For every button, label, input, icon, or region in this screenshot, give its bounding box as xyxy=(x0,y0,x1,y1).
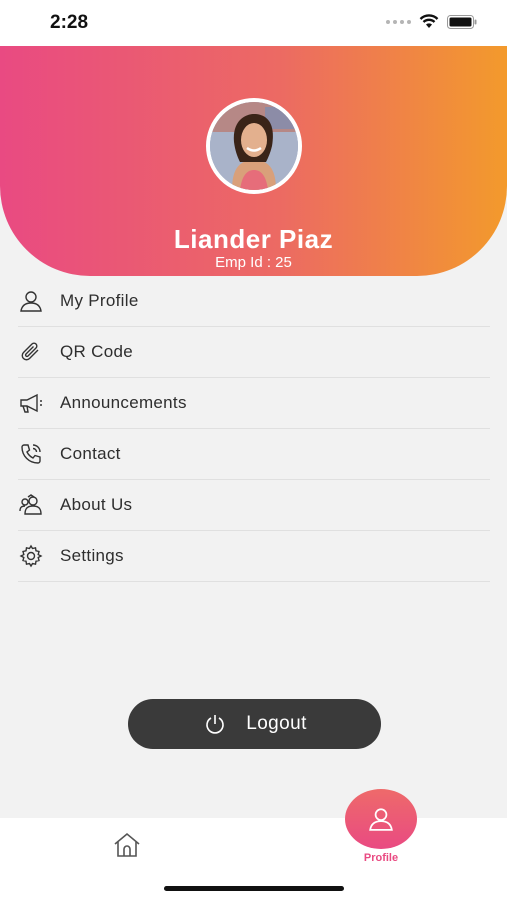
group-icon xyxy=(18,492,44,518)
paperclip-icon xyxy=(18,339,44,365)
profile-header: Liander Piaz Emp Id : 25 xyxy=(0,46,507,276)
employee-id: Emp Id : 25 xyxy=(215,254,292,271)
tab-profile[interactable] xyxy=(345,789,417,849)
tab-profile-label: Profile xyxy=(363,852,399,864)
megaphone-icon xyxy=(18,390,44,416)
logout-button[interactable]: Logout xyxy=(128,699,381,749)
menu-item-settings[interactable]: Settings xyxy=(18,531,490,582)
avatar[interactable] xyxy=(206,98,302,194)
menu-item-label: Settings xyxy=(60,546,124,565)
profile-name: Liander Piaz xyxy=(173,224,334,254)
menu-item-qr-code[interactable]: QR Code xyxy=(18,327,490,378)
menu-item-contact[interactable]: Contact xyxy=(18,429,490,480)
avatar-photo xyxy=(210,102,298,190)
menu-item-label: Announcements xyxy=(60,393,187,412)
wifi-icon xyxy=(419,14,439,28)
menu-item-label: Contact xyxy=(60,444,121,463)
home-icon xyxy=(114,832,140,857)
profile-menu: My Profile QR Code Announcements Contact xyxy=(18,276,490,582)
tab-home[interactable] xyxy=(110,828,144,862)
menu-item-label: My Profile xyxy=(60,291,139,310)
menu-item-my-profile[interactable]: My Profile xyxy=(18,276,490,327)
logout-label: Logout xyxy=(246,713,307,734)
user-icon xyxy=(18,288,44,314)
home-indicator xyxy=(164,886,344,891)
power-icon xyxy=(202,711,228,737)
menu-item-about-us[interactable]: About Us xyxy=(18,480,490,531)
phone-icon xyxy=(18,441,44,467)
status-time: 2:28 xyxy=(50,12,89,33)
menu-item-announcements[interactable]: Announcements xyxy=(18,378,490,429)
status-bar: 2:28 xyxy=(0,0,507,46)
signal-dots-icon xyxy=(386,19,411,24)
user-icon xyxy=(369,808,393,831)
status-icons xyxy=(386,14,477,29)
battery-icon xyxy=(447,14,477,29)
menu-item-label: About Us xyxy=(60,495,133,514)
menu-item-label: QR Code xyxy=(60,342,133,361)
gear-icon xyxy=(18,543,44,569)
